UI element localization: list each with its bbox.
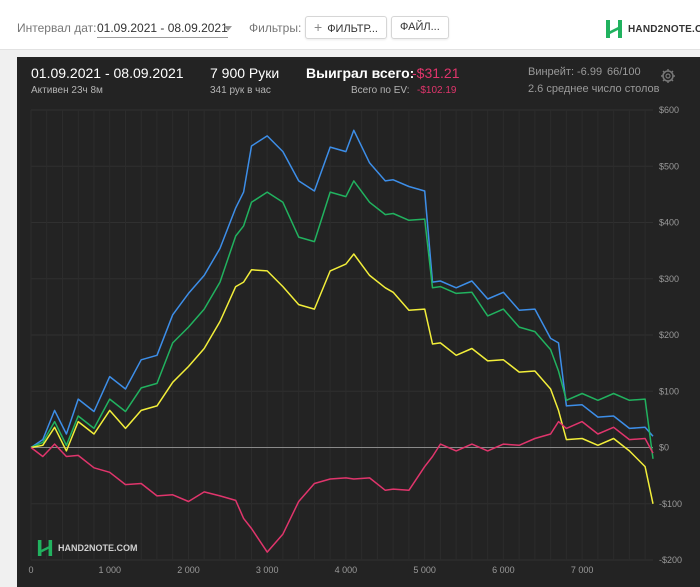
profit-chart: $600 $500 $400 $300 $200 $100 $0 -$100 -$200 0 1 … [28,105,682,575]
won-value: -$31.21 [412,65,460,81]
filters-label: Фильтры: [249,21,302,35]
top-toolbar: Интервал дат: 01.09.2021 - 08.09.2021 Фи… [0,0,700,50]
x-tick-label: 5 000 [413,565,436,575]
series-line-pink [30,420,654,553]
stats-date-range: 01.09.2021 - 08.09.2021 [31,65,184,81]
stats-hands-per-hour: 341 рук в час [210,85,271,96]
series-line-blue [30,129,654,449]
x-tick-label: 3 000 [256,565,279,575]
add-filter-button[interactable]: + ФИЛЬТР... [305,16,387,39]
graph-panel: $600 $500 $400 $300 $200 $100 $0 -$100 -$200 0 1 … [17,57,700,587]
y-tick-label: $600 [659,105,679,115]
interval-label: Интервал дат: [17,21,97,35]
tables-count: 2.6 среднее число столов [528,83,660,95]
chart-grid [30,109,653,561]
hand2note-logo-icon [606,20,622,38]
hand2note-logo: HAND2NOTE.COM [605,19,700,39]
ev-value: -$102.19 [417,85,457,96]
x-tick-label: 6 000 [492,565,515,575]
date-range-value: 01.09.2021 - 08.09.2021 [97,21,228,35]
winrate-label: Винрейт: [528,66,575,78]
file-button[interactable]: ФАЙЛ... [391,16,449,39]
y-tick-label: -$200 [659,555,682,565]
y-axis: $600 $500 $400 $300 $200 $100 $0 -$100 -$200 [659,105,682,565]
x-tick-label: 1 000 [98,565,121,575]
ev-label: Всего по EV: [351,85,410,96]
y-tick-label: $100 [659,386,679,396]
x-axis: 0 1 000 2 000 3 000 4 000 5 000 6 000 7 000 [28,565,593,575]
watermark-text: HAND2NOTE.COM [58,543,138,553]
watermark-logo-icon [37,540,53,556]
file-button-label: ФАЙЛ... [400,21,440,33]
plus-icon: + [314,19,323,35]
winrate-value: -6.99 [577,66,603,78]
add-filter-label: ФИЛЬТР... [327,23,378,35]
stats-hands: 7 900 Руки [210,65,280,81]
date-range-select[interactable]: 01.09.2021 - 08.09.2021 [97,21,228,38]
y-tick-label: -$100 [659,499,682,509]
x-tick-label: 4 000 [335,565,358,575]
won-label: Выиграл всего: [306,65,415,81]
x-tick-label: 7 000 [571,565,594,575]
y-tick-label: $200 [659,330,679,340]
series-line-yellow [30,253,654,504]
y-tick-label: $500 [659,161,679,171]
chart-lines [30,129,654,553]
stats-active-time: Активен 23ч 8м [31,85,103,96]
x-tick-label: 0 [28,565,33,575]
x-tick-label: 2 000 [177,565,200,575]
winrate-hands: 66/100 [607,66,641,78]
chevron-down-icon[interactable] [224,26,232,31]
logo-text: HAND2NOTE.COM [628,23,700,35]
y-tick-label: $400 [659,218,679,228]
y-tick-label: $0 [659,443,669,453]
gear-icon[interactable] [660,68,676,84]
chart-watermark: HAND2NOTE.COM [37,539,138,557]
y-tick-label: $300 [659,274,679,284]
